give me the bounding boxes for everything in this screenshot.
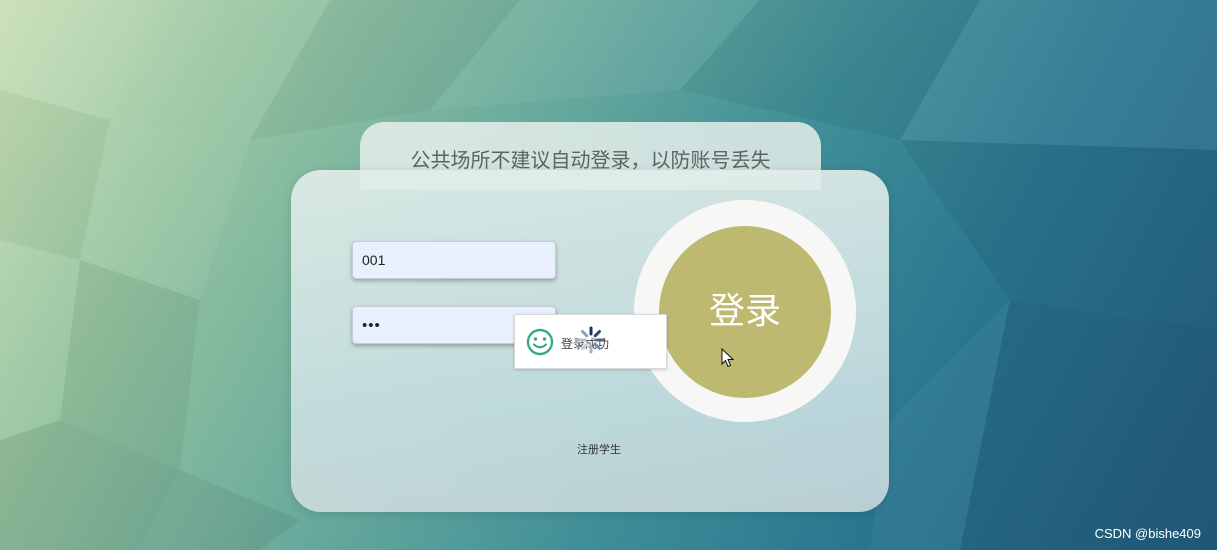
username-input[interactable] [352, 241, 556, 279]
register-student-link[interactable]: 注册学生 [560, 441, 638, 457]
smile-icon [526, 328, 554, 356]
loading-spinner-icon [577, 326, 605, 354]
login-button[interactable]: 登录 [659, 226, 831, 398]
tip-text: 公共场所不建议自动登录，以防账号丢失 [410, 148, 771, 172]
mouse-cursor-icon [721, 348, 734, 368]
watermark: CSDN @bishe409 [1094, 526, 1201, 541]
